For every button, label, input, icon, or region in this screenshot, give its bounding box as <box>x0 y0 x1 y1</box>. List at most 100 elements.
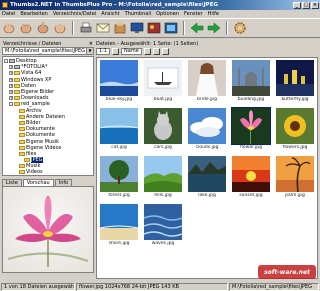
tree-node-label: Desktop <box>16 58 37 65</box>
folder-icon <box>24 158 30 163</box>
thumbnail-caption: forest.jpg <box>108 193 130 198</box>
export-button[interactable] <box>113 21 127 35</box>
menu-window[interactable]: Fenster <box>184 11 203 17</box>
tab-info[interactable]: Info <box>54 179 73 186</box>
expand-icon[interactable]: + <box>9 77 13 82</box>
thumbnail-item[interactable]: sunset.jpg <box>230 156 272 200</box>
menu-folder[interactable]: Verzeichnis/Datei <box>53 11 96 17</box>
thumbnail-item[interactable]: forest.jpg <box>98 156 140 200</box>
expand-icon[interactable]: + <box>9 83 13 88</box>
thumbnail-item[interactable]: building.jpg <box>230 60 272 104</box>
folder-icon <box>14 96 20 101</box>
minimize-button[interactable]: _ <box>293 1 301 9</box>
expand-icon[interactable]: + <box>9 71 13 76</box>
thumbnail-image <box>100 204 138 240</box>
path-value: M:\Fotolia\red_sample\files\JPEG <box>5 48 85 54</box>
settings-button[interactable] <box>233 21 247 35</box>
tree-node-label: Downloads <box>21 95 49 102</box>
thumbnail-item[interactable]: bride.jpg <box>186 60 228 104</box>
view-mode-button[interactable] <box>112 48 120 55</box>
thumbnail-item[interactable]: cat.jpg <box>98 108 140 152</box>
thumbnail-item[interactable]: waves.jpg <box>142 204 184 248</box>
tree-node-label: Windows XP <box>21 76 52 83</box>
expand-icon[interactable]: + <box>9 90 13 95</box>
thumbnail-item[interactable]: flower.jpg <box>230 107 272 152</box>
sort-select[interactable]: Name <box>121 48 142 55</box>
folder-icon <box>19 127 25 132</box>
zoom-select[interactable]: 1:1 <box>96 48 111 55</box>
thumbnail-caption: flowers.jpg <box>282 145 308 150</box>
printer-icon <box>80 22 92 33</box>
menu-thumbnail[interactable]: Thumbnail <box>125 11 151 17</box>
thumbnail-image <box>188 156 226 192</box>
email-button[interactable] <box>96 21 110 35</box>
menu-edit[interactable]: Bearbeiten <box>20 11 47 17</box>
folder-icon <box>19 139 25 144</box>
thumbnail-item[interactable]: butterfly.jpg <box>274 60 316 104</box>
thumbnail-item[interactable]: blue-sky.jpg <box>98 60 140 104</box>
tab-list[interactable]: Liste <box>2 179 22 186</box>
thumbnail-pane-header: Dateien - Ausgewählt: 1 Seite: (1 Seiten… <box>96 40 199 47</box>
expand-icon[interactable]: + <box>9 96 13 101</box>
forward-button[interactable] <box>207 21 221 35</box>
chevron-down-icon[interactable]: ▼ <box>86 48 93 54</box>
folder-icon <box>19 114 25 119</box>
menu-view[interactable]: Ansicht <box>101 11 119 17</box>
collapse-icon[interactable]: - <box>9 102 13 107</box>
thumbnail-caption: sunset.jpg <box>239 193 263 198</box>
app-icon <box>2 2 8 8</box>
tree-node-label: files <box>26 150 37 157</box>
maximize-button[interactable]: □ <box>302 1 310 9</box>
thumbnail-item[interactable]: clouds.jpg <box>186 108 228 152</box>
arrow-left-icon <box>190 22 204 34</box>
open-button[interactable] <box>2 21 16 35</box>
contact-sheet-button[interactable] <box>147 21 161 35</box>
thumbnail-caption: clouds.jpg <box>195 145 219 150</box>
folder-icon <box>19 108 25 113</box>
thumbnail-item[interactable]: hills.jpg <box>142 156 184 200</box>
thumbnail-item[interactable]: cars.jpg <box>142 108 184 152</box>
refresh-button[interactable] <box>161 48 169 55</box>
print-button[interactable] <box>79 21 93 35</box>
thumbnail-image <box>232 156 270 192</box>
scan-button[interactable] <box>19 21 33 35</box>
thumbnail-item[interactable]: flowers.jpg <box>274 108 316 152</box>
menu-help[interactable]: Hilfe <box>208 11 219 17</box>
tab-preview[interactable]: Vorschau <box>22 179 54 186</box>
slideshow-button[interactable] <box>53 21 67 35</box>
gear-icon <box>234 22 246 34</box>
thumbnail-item[interactable]: lake.jpg <box>186 156 228 200</box>
close-icon[interactable]: × <box>89 41 93 47</box>
filter-button[interactable] <box>152 48 160 55</box>
back-button[interactable] <box>190 21 204 35</box>
status-path: M:\Fotolia\red_sample\files\JPEG <box>229 282 319 291</box>
collapse-icon[interactable]: - <box>4 59 8 64</box>
thumbnail-item[interactable]: palm.jpg <box>274 156 316 200</box>
thumbnail-caption: cat.jpg <box>111 145 127 150</box>
folder-pane-title: Verzeichnisse / Dateien <box>3 40 62 47</box>
sort-direction-button[interactable] <box>143 48 151 55</box>
picture-icon <box>147 22 161 34</box>
path-combo[interactable]: M:\Fotolia\red_sample\files\JPEG ▼ <box>2 47 94 55</box>
thumbnail-caption: bride.jpg <box>197 97 217 102</box>
toolbar <box>0 18 320 38</box>
folder-icon <box>14 77 20 82</box>
hand-icon <box>37 22 49 34</box>
image-preview <box>2 186 94 273</box>
close-button[interactable]: × <box>311 1 319 9</box>
tree-node-label: Eigene Videos <box>26 144 62 151</box>
thumbnail-item[interactable]: boat.jpg <box>142 60 184 104</box>
view-button[interactable] <box>36 21 50 35</box>
menu-file[interactable]: Datei <box>2 11 15 17</box>
webgallery-button[interactable] <box>130 21 144 35</box>
expand-icon[interactable]: + <box>9 65 13 70</box>
drive-icon <box>9 59 15 64</box>
thumbnail-item[interactable]: shore.jpg <box>98 204 140 248</box>
tree-node-label: Bilder <box>26 119 41 126</box>
tree-node-label: JPEG <box>31 157 43 164</box>
menu-options[interactable]: Optionen <box>156 11 179 17</box>
tree-node[interactable]: Videos <box>4 169 92 175</box>
album-button[interactable] <box>164 21 178 35</box>
thumbnail-caption: shore.jpg <box>108 241 130 246</box>
thumbnail-caption: lake.jpg <box>198 193 216 198</box>
